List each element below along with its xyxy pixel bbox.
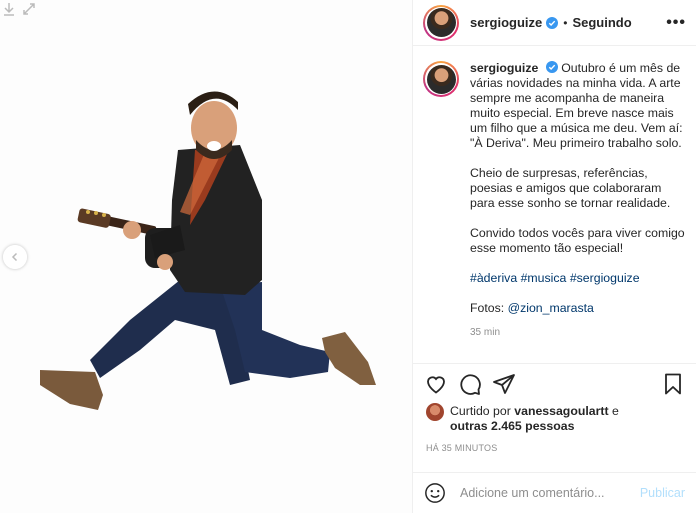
action-bar (413, 364, 696, 404)
caption-username[interactable]: sergioguize (470, 61, 538, 75)
caption-hashtags: #àderiva #musica #sergioguize (470, 271, 686, 286)
caption-text: sergioguize Outubro é um mês de várias n… (470, 61, 686, 340)
separator-dot: • (563, 15, 568, 30)
liker-avatar[interactable] (426, 403, 444, 421)
heart-icon[interactable] (424, 372, 448, 396)
verified-badge-icon (546, 16, 559, 29)
likes-prefix: Curtido por (450, 404, 511, 418)
caption-photo-credit: Fotos: @zion_marasta (470, 301, 686, 316)
more-options-button[interactable]: ••• (666, 14, 686, 32)
avatar (426, 64, 456, 94)
emoji-icon[interactable] (424, 482, 446, 504)
post-header: sergioguize • Seguindo ••• (413, 0, 696, 46)
hashtag-link[interactable]: #musica (521, 271, 567, 285)
avatar (426, 8, 456, 37)
mention-link[interactable]: @zion_marasta (508, 301, 594, 315)
post-photo[interactable] (0, 0, 412, 513)
paper-plane-icon[interactable] (492, 372, 516, 396)
post-image (0, 0, 412, 513)
post-timestamp: HÁ 35 MINUTOS (426, 443, 498, 453)
publish-button[interactable]: Publicar (640, 486, 685, 500)
chevron-left-icon (11, 252, 18, 262)
hashtag-link[interactable]: #sergioguize (570, 271, 640, 285)
bookmark-icon[interactable] (661, 372, 685, 396)
likes-joiner: e (612, 404, 619, 418)
caption-paragraph-3: Convido todos vocês para viver comigo es… (470, 226, 685, 255)
post-side-panel: sergioguize • Seguindo ••• sergioguize O… (412, 0, 696, 513)
likes-count-link[interactable]: outras 2.465 pessoas (450, 419, 574, 433)
comment-icon[interactable] (458, 372, 482, 396)
photo-top-icons (2, 2, 36, 16)
caption-avatar[interactable] (423, 61, 459, 97)
caption-time: 35 min (470, 327, 501, 338)
caption-paragraph-2: Cheio de surpresas, referências, poesias… (470, 166, 671, 210)
expand-icon[interactable] (22, 2, 36, 16)
download-icon[interactable] (2, 2, 16, 16)
comment-form: Publicar (413, 472, 696, 513)
likes-summary: Curtido por vanessagoulartt e outras 2.4… (413, 403, 696, 434)
liker-username[interactable]: vanessagoulartt (514, 404, 608, 418)
previous-photo-button[interactable] (3, 245, 27, 269)
actions-area: Curtido por vanessagoulartt e outras 2.4… (413, 363, 696, 453)
photo-credit-label: Fotos: (470, 301, 505, 315)
author-username[interactable]: sergioguize (470, 15, 542, 30)
verified-badge-icon (545, 61, 558, 73)
author-avatar[interactable] (423, 4, 459, 41)
comment-input[interactable] (460, 486, 630, 500)
caption: sergioguize Outubro é um mês de várias n… (423, 61, 686, 340)
hashtag-link[interactable]: #àderiva (470, 271, 517, 285)
comments-section: sergioguize Outubro é um mês de várias n… (413, 47, 696, 363)
following-button[interactable]: Seguindo (572, 15, 631, 30)
